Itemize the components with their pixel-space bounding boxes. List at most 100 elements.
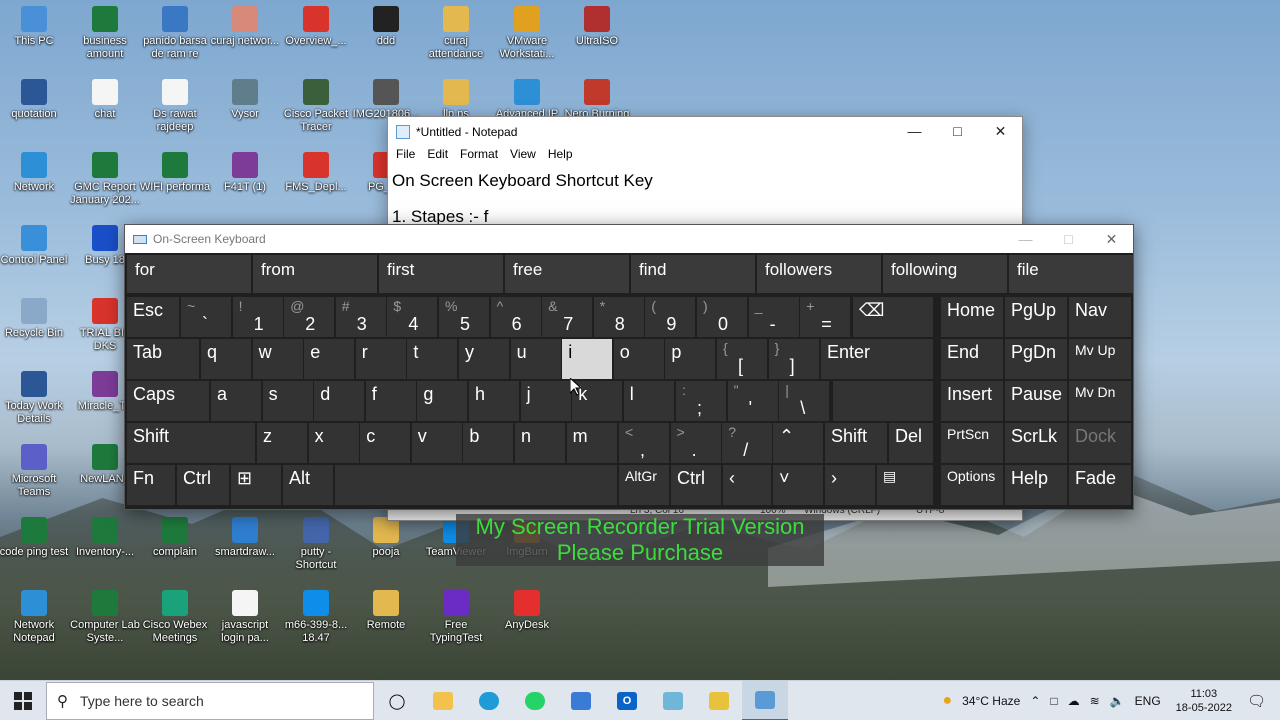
desktop-icon[interactable]: Nero Burning — [561, 79, 633, 121]
desktop-icon[interactable]: Today Work Details — [0, 371, 70, 426]
menu-key[interactable]: ▤ — [877, 465, 933, 505]
key-7[interactable]: & 7 — [542, 297, 593, 337]
desktop-icon[interactable]: Advanced IP — [491, 79, 563, 121]
whatsapp-button[interactable] — [512, 681, 558, 720]
key-ctrl-left[interactable]: Ctrl — [177, 465, 229, 505]
key-dock[interactable]: Dock — [1069, 423, 1131, 463]
prediction-from[interactable]: from — [253, 255, 377, 293]
volume-icon[interactable]: 🔈 — [1110, 694, 1125, 708]
key-sym-a-2[interactable]: | \ — [779, 381, 830, 421]
key-mvup[interactable]: Mv Up — [1069, 339, 1131, 379]
desktop-icon[interactable]: Computer Lab Syste... — [69, 590, 141, 645]
notes-button[interactable] — [650, 681, 696, 720]
arrow-right-key[interactable]: › — [825, 465, 875, 505]
key-bracket-0[interactable]: {[ — [717, 339, 767, 379]
key-=[interactable]: + = — [800, 297, 851, 337]
prediction-file[interactable]: file — [1009, 255, 1133, 293]
clock[interactable]: 11:03 18-05-2022 — [1176, 687, 1232, 715]
show-hidden-icons-icon[interactable]: ⌃ — [1030, 694, 1040, 708]
key-x[interactable]: x — [308, 423, 359, 463]
wifi-icon[interactable]: ≋ — [1090, 694, 1100, 708]
key-u[interactable]: u — [510, 339, 561, 379]
key-1[interactable]: ! 1 — [232, 297, 283, 337]
desktop-icon[interactable]: ddd — [350, 6, 422, 48]
prediction-for[interactable]: for — [127, 255, 251, 293]
key-pgdn[interactable]: PgDn — [1005, 339, 1067, 379]
key-e[interactable]: e — [304, 339, 355, 379]
key-help[interactable]: Help — [1005, 465, 1067, 505]
prediction-find[interactable]: find — [631, 255, 755, 293]
menu-edit[interactable]: Edit — [421, 147, 454, 165]
key-home[interactable]: Home — [941, 297, 1003, 337]
key-bracket-1[interactable]: }] — [768, 339, 819, 379]
key-sym-z-1[interactable]: >. — [670, 423, 721, 463]
key-g[interactable]: g — [417, 381, 468, 421]
key-h[interactable]: h — [469, 381, 519, 421]
notepad-taskbar-button[interactable] — [742, 680, 788, 720]
key-6[interactable]: ^ 6 — [490, 297, 541, 337]
key-b[interactable]: b — [463, 423, 514, 463]
key-v[interactable]: v — [411, 423, 462, 463]
notifications-icon[interactable]: 🗨 — [1247, 692, 1266, 710]
key-end[interactable]: End — [941, 339, 1003, 379]
key-c[interactable]: c — [360, 423, 411, 463]
prediction-free[interactable]: free — [505, 255, 629, 293]
desktop-icon[interactable]: F41T (1) — [209, 152, 281, 194]
osk-minimize-button[interactable]: — — [1004, 225, 1047, 253]
key-d[interactable]: d — [314, 381, 365, 421]
outlook-button[interactable]: O — [604, 681, 650, 720]
key-pgup[interactable]: PgUp — [1005, 297, 1067, 337]
network-status-icon[interactable]: □ — [1050, 694, 1057, 708]
key-prtscn[interactable]: PrtScn — [941, 423, 1003, 463]
key-y[interactable]: y — [459, 339, 509, 379]
desktop-icon[interactable]: quotation — [0, 79, 70, 121]
desktop-icon[interactable]: code ping test — [0, 517, 70, 559]
key-shift-right[interactable]: Shift — [825, 423, 887, 463]
desktop-icon[interactable]: Free TypingTest — [420, 590, 492, 645]
desktop-icon[interactable]: llp ns — [420, 79, 492, 121]
key-w[interactable]: w — [252, 339, 303, 379]
desktop-icon[interactable]: chat — [69, 79, 141, 121]
desktop-icon[interactable]: smartdraw... — [209, 517, 281, 559]
arrow-up-key[interactable]: ⌃ — [773, 423, 823, 463]
desktop-icon[interactable]: IMG201806... — [350, 79, 422, 121]
space-key[interactable] — [335, 465, 617, 505]
desktop-icon[interactable]: Inventory-... — [69, 517, 141, 559]
key-caps[interactable]: Caps — [127, 381, 209, 421]
key-f[interactable]: f — [365, 381, 416, 421]
key-sym-z-2[interactable]: ? / — [722, 423, 773, 463]
osk-close-button[interactable]: ✕ — [1090, 225, 1133, 253]
key-sym-a-1[interactable]: " ' — [727, 381, 778, 421]
desktop-icon[interactable]: Cisco Webex Meetings — [139, 590, 211, 645]
desktop-icon[interactable]: GMC Report January 202... — [69, 152, 141, 207]
key-4[interactable]: $4 — [387, 297, 438, 337]
backspace-key[interactable]: ⌫ — [853, 297, 933, 337]
key-i[interactable]: i — [562, 339, 613, 379]
key-l[interactable]: l — [623, 381, 674, 421]
key-9[interactable]: (9 — [645, 297, 696, 337]
desktop-icon[interactable]: FMS_Depl... — [280, 152, 352, 194]
desktop-icon[interactable]: complain — [139, 517, 211, 559]
menu-file[interactable]: File — [390, 147, 421, 165]
desktop-icon[interactable]: business amount — [69, 6, 141, 61]
osk-titlebar[interactable]: On-Screen Keyboard — [125, 225, 1133, 253]
key-p[interactable]: p — [665, 339, 716, 379]
key--[interactable]: _ - — [748, 297, 799, 337]
menu-format[interactable]: Format — [454, 147, 504, 165]
key-options[interactable]: Options — [941, 465, 1003, 505]
windows-key[interactable]: ⊞ — [231, 465, 281, 505]
key-0[interactable]: ) 0 — [697, 297, 747, 337]
desktop-icon[interactable]: putty - Shortcut — [280, 517, 352, 572]
prediction-followers[interactable]: followers — [757, 255, 881, 293]
arrow-down-key[interactable]: ˅ — [773, 465, 823, 505]
key-a[interactable]: a — [211, 381, 261, 421]
menu-view[interactable]: View — [504, 147, 542, 165]
key-`[interactable]: ~ ` — [181, 297, 231, 337]
desktop-icon[interactable]: pooja — [350, 517, 422, 559]
onedrive-icon[interactable]: ☁ — [1068, 694, 1080, 708]
key-3[interactable]: #3 — [335, 297, 386, 337]
recorder-button[interactable] — [696, 681, 742, 720]
taskbar-search-box[interactable]: ⚲ Type here to search — [46, 681, 374, 720]
desktop-icon[interactable]: Cisco Packet Tracer — [280, 79, 352, 134]
key-sym-z-0[interactable]: <, — [619, 423, 669, 463]
